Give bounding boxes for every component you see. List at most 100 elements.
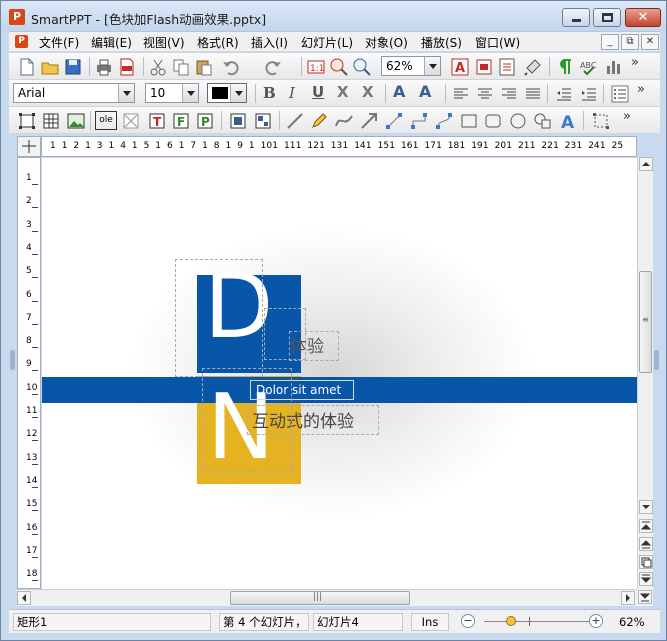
scroll-down-button[interactable]: [639, 500, 653, 514]
copy-icon[interactable]: [171, 57, 191, 77]
status-insert-mode[interactable]: Ins: [411, 613, 449, 631]
vertical-scroll-thumb[interactable]: ≡: [639, 271, 652, 373]
video-icon[interactable]: [121, 111, 141, 131]
pencil-icon[interactable]: [309, 111, 329, 131]
chevron-down-icon[interactable]: [424, 57, 440, 75]
open-folder-icon[interactable]: [40, 57, 60, 77]
zoom-in-button[interactable]: +: [589, 614, 603, 628]
search-icon[interactable]: [352, 57, 372, 77]
select-frame-icon[interactable]: [17, 111, 37, 131]
undo-icon[interactable]: [221, 57, 241, 77]
justify-icon[interactable]: [523, 84, 543, 104]
format-painter-icon[interactable]: [523, 57, 543, 77]
zoom-slider-knob[interactable]: [506, 616, 516, 626]
zoom-fit-icon[interactable]: [329, 57, 349, 77]
group-icon[interactable]: [228, 111, 248, 131]
shapes-icon[interactable]: [533, 111, 553, 131]
font-name-combo[interactable]: Arial: [13, 83, 135, 103]
insert-list-icon[interactable]: [497, 57, 517, 77]
increase-indent-icon[interactable]: [579, 84, 599, 104]
last-slide-button[interactable]: [638, 590, 652, 604]
cut-icon[interactable]: [148, 57, 168, 77]
table-icon[interactable]: [41, 111, 61, 131]
align-left-icon[interactable]: [451, 84, 471, 104]
previous-slide-button[interactable]: [639, 537, 653, 551]
menu-window[interactable]: 窗口(W): [475, 34, 520, 51]
grow-font-button[interactable]: A: [393, 82, 405, 101]
scroll-right-button[interactable]: [621, 591, 635, 605]
vertical-ruler[interactable]: 1 2 3 4 5 6 7 8 9 10 11 12 13 14 15 16 17 18: [17, 157, 41, 589]
left-panel-handle[interactable]: [10, 350, 15, 370]
zoom-combo[interactable]: 62%: [381, 56, 441, 76]
picture-icon[interactable]: [66, 111, 86, 131]
ungroup-icon[interactable]: [253, 111, 273, 131]
close-button[interactable]: ✕: [625, 8, 661, 27]
zoom-out-button[interactable]: −: [461, 614, 475, 628]
zoom-slider-track[interactable]: [484, 621, 594, 622]
font-color-combo[interactable]: [207, 83, 247, 103]
menu-edit[interactable]: 编辑(E): [91, 34, 132, 51]
maximize-button[interactable]: [593, 8, 621, 27]
vertical-scrollbar[interactable]: ≡: [637, 157, 653, 589]
right-panel-handle[interactable]: [654, 350, 659, 370]
bold-button[interactable]: B: [263, 84, 276, 102]
text-color-icon[interactable]: A: [450, 57, 470, 77]
frame-p-icon[interactable]: P: [195, 111, 215, 131]
menu-view[interactable]: 视图(V): [143, 34, 185, 51]
menu-slide[interactable]: 幻灯片(L): [301, 34, 353, 51]
elbow-connector-icon[interactable]: [409, 111, 429, 131]
first-slide-button[interactable]: [639, 519, 653, 533]
menu-format[interactable]: 格式(R): [197, 34, 239, 51]
scroll-up-button[interactable]: [639, 157, 653, 171]
chevron-down-icon[interactable]: [118, 84, 134, 102]
redo-icon[interactable]: [263, 57, 283, 77]
insert-image-icon[interactable]: [474, 57, 494, 77]
rectangle-icon[interactable]: [459, 111, 479, 131]
slide-canvas[interactable]: D N Dolor sit amet 体验 互动式的体验: [42, 158, 637, 589]
more-tools-button[interactable]: »: [623, 109, 631, 124]
document-icon[interactable]: P: [15, 35, 28, 48]
bullet-list-icon[interactable]: [610, 84, 630, 104]
text-box-icon[interactable]: T: [147, 111, 167, 131]
export-pdf-icon[interactable]: [117, 57, 137, 77]
ole-object-icon[interactable]: ole: [95, 111, 117, 130]
horizontal-scroll-thumb[interactable]: |||: [230, 591, 410, 605]
minimize-button[interactable]: [562, 8, 590, 27]
curved-connector-icon[interactable]: [434, 111, 454, 131]
paste-icon[interactable]: [194, 57, 214, 77]
print-icon[interactable]: [94, 57, 114, 77]
ellipse-icon[interactable]: [508, 111, 528, 131]
menu-object[interactable]: 对象(O): [365, 34, 408, 51]
horizontal-scrollbar[interactable]: |||: [17, 589, 637, 606]
word-art-icon[interactable]: A: [558, 111, 578, 131]
more-tools-button[interactable]: »: [637, 82, 645, 97]
underline-button[interactable]: U: [312, 83, 324, 101]
slide-list-button[interactable]: [639, 555, 653, 569]
font-size-combo[interactable]: 10: [145, 83, 199, 103]
mdi-minimize-button[interactable]: _: [601, 34, 619, 50]
chevron-down-icon[interactable]: [182, 84, 198, 102]
clear-format-button[interactable]: X: [362, 83, 374, 101]
menu-insert[interactable]: 插入(I): [251, 34, 288, 51]
mdi-restore-button[interactable]: ⧉: [621, 34, 639, 50]
horizontal-ruler[interactable]: 1 1 2 1 3 1 4 1 5 1 6 1 7 1 8 1 9 1 10 1 11 1 12 1 13 1 14 1 15 1 16 1 1…: [41, 136, 637, 157]
next-slide-button[interactable]: [639, 572, 653, 586]
app-icon[interactable]: P: [9, 9, 25, 25]
ruler-corner[interactable]: [17, 136, 41, 157]
menu-file[interactable]: 文件(F): [39, 34, 79, 51]
actual-size-icon[interactable]: 1:1: [306, 57, 326, 77]
align-center-icon[interactable]: [475, 84, 495, 104]
italic-button[interactable]: I: [289, 84, 295, 102]
connector-icon[interactable]: [384, 111, 404, 131]
line-icon[interactable]: [285, 111, 305, 131]
mdi-close-button[interactable]: ✕: [641, 34, 659, 50]
rounded-rectangle-icon[interactable]: [483, 111, 503, 131]
decrease-indent-icon[interactable]: [554, 84, 574, 104]
paragraph-marks-icon[interactable]: [555, 57, 575, 77]
new-document-icon[interactable]: [17, 57, 37, 77]
spell-check-icon[interactable]: ABC: [579, 57, 599, 77]
chevron-down-icon[interactable]: [230, 84, 246, 102]
align-right-icon[interactable]: [499, 84, 519, 104]
arrow-icon[interactable]: [359, 111, 379, 131]
scroll-left-button[interactable]: [17, 591, 31, 605]
